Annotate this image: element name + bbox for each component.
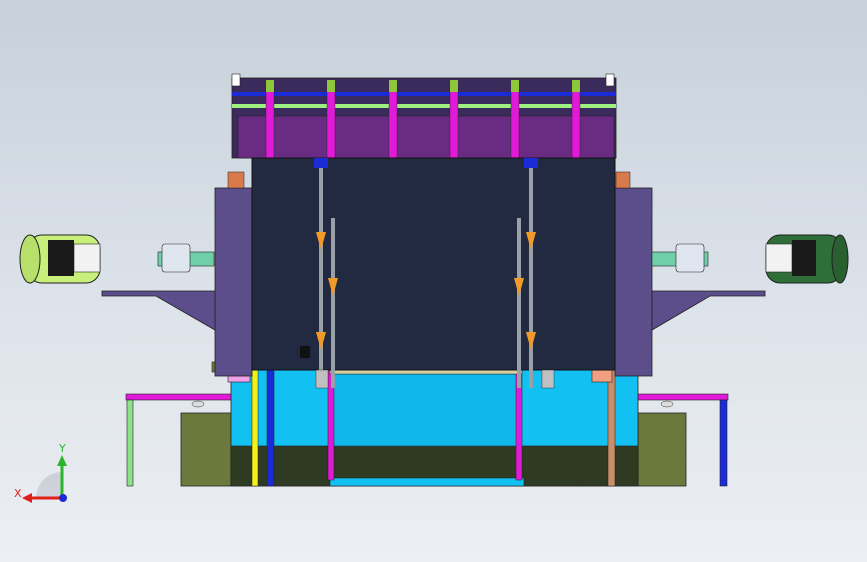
top-rod-cap bbox=[511, 80, 519, 92]
left-motor-plate bbox=[73, 243, 101, 273]
triad-z-axis bbox=[59, 494, 67, 502]
cad-viewport[interactable]: Y X bbox=[0, 0, 867, 562]
left-bracket[interactable] bbox=[101, 290, 216, 331]
lead-screw[interactable] bbox=[331, 218, 335, 388]
right-coupling[interactable] bbox=[675, 243, 705, 273]
top-rod-cap bbox=[266, 80, 274, 92]
right-side-wall[interactable] bbox=[614, 187, 653, 377]
tank-window bbox=[329, 373, 521, 447]
left-motor-endcap bbox=[19, 234, 41, 284]
tank-lower-bar bbox=[329, 477, 525, 487]
top-frame-panel bbox=[237, 115, 615, 159]
screw-top-block bbox=[524, 158, 538, 168]
left-roller bbox=[191, 400, 205, 408]
left-olive-block[interactable] bbox=[180, 412, 232, 487]
clamp-block bbox=[300, 346, 310, 358]
left-stand-leg[interactable] bbox=[126, 399, 134, 487]
right-stand-leg[interactable] bbox=[719, 399, 728, 487]
top-rod[interactable] bbox=[510, 81, 520, 159]
top-blue-rail bbox=[232, 92, 616, 96]
screw-foot bbox=[315, 369, 329, 389]
brown-post[interactable] bbox=[607, 369, 616, 487]
right-olive-block[interactable] bbox=[637, 412, 687, 487]
right-bracket[interactable] bbox=[651, 290, 766, 331]
main-box[interactable] bbox=[251, 157, 616, 371]
top-rod[interactable] bbox=[388, 81, 398, 159]
left-motor-assembly[interactable] bbox=[19, 234, 215, 284]
right-spring bbox=[615, 171, 631, 189]
right-motor-endcap bbox=[831, 234, 849, 284]
top-rod-cap bbox=[450, 80, 458, 92]
triad-y-label: Y bbox=[58, 442, 66, 455]
top-rod[interactable] bbox=[571, 81, 581, 159]
top-right-cap bbox=[605, 73, 615, 87]
top-rod[interactable] bbox=[449, 81, 459, 159]
main-housing[interactable] bbox=[251, 157, 616, 389]
left-spring bbox=[227, 171, 245, 189]
top-green-rail bbox=[232, 104, 616, 108]
lead-screw[interactable] bbox=[319, 168, 323, 388]
top-left-cap bbox=[231, 73, 241, 87]
blue-post[interactable] bbox=[266, 369, 275, 487]
right-motor-plate bbox=[765, 243, 793, 273]
top-rod-cap bbox=[327, 80, 335, 92]
yellow-post[interactable] bbox=[251, 369, 259, 487]
triad-x-arrow bbox=[22, 493, 32, 503]
lead-screw[interactable] bbox=[517, 218, 521, 388]
left-motor-terminal-box bbox=[48, 240, 74, 276]
top-rod-cap bbox=[572, 80, 580, 92]
top-rod-cap bbox=[389, 80, 397, 92]
top-rod[interactable] bbox=[326, 81, 336, 159]
left-side-wall[interactable] bbox=[214, 187, 253, 377]
right-motor-terminal-box bbox=[792, 240, 816, 276]
top-rod[interactable] bbox=[265, 81, 275, 159]
cad-model-view[interactable]: Y X bbox=[0, 0, 867, 562]
screw-top-block bbox=[314, 158, 328, 168]
left-coupling[interactable] bbox=[161, 243, 191, 273]
triad-y-arrow bbox=[57, 455, 67, 466]
right-roller bbox=[660, 400, 674, 408]
right-motor-assembly[interactable] bbox=[651, 234, 849, 284]
triad-quadrant bbox=[36, 472, 62, 498]
screw-foot bbox=[541, 369, 555, 389]
coordinate-triad: Y X bbox=[14, 442, 67, 503]
triad-x-label: X bbox=[14, 487, 22, 500]
lead-screw[interactable] bbox=[529, 168, 533, 388]
